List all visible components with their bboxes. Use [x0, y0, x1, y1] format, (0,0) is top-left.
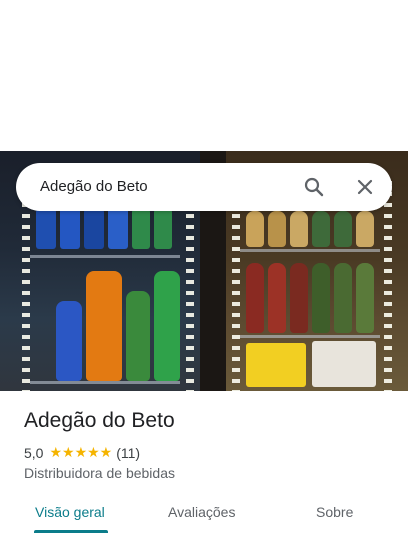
can [60, 207, 80, 249]
search-icon[interactable] [302, 175, 326, 199]
bottle [356, 211, 374, 247]
can [154, 209, 172, 249]
bottle [290, 263, 308, 333]
tab-overview[interactable]: Visão geral [35, 504, 105, 520]
bottle [56, 301, 82, 381]
beer-pack [312, 341, 376, 387]
bottle [312, 211, 330, 247]
led-strip [384, 181, 392, 391]
bottle [312, 263, 330, 333]
star-rating-icon: ★★★★★ [49, 444, 113, 460]
rating-value: 5,0 [24, 444, 44, 461]
rating-row[interactable]: 5,0 ★★★★★ (11) [24, 444, 140, 461]
place-category[interactable]: Distribuidora de bebidas [24, 465, 175, 481]
bottle [246, 211, 264, 247]
led-strip [232, 181, 240, 391]
can [84, 209, 104, 249]
tab-about[interactable]: Sobre [316, 504, 353, 520]
shelf [240, 335, 380, 338]
bottle [334, 211, 352, 247]
tab-reviews[interactable]: Avaliações [168, 504, 235, 520]
can [36, 209, 56, 249]
bottle [334, 263, 352, 333]
can [108, 207, 128, 249]
bottle [268, 211, 286, 247]
review-count[interactable]: (11) [116, 445, 140, 461]
beer-pack [246, 343, 306, 387]
shelf [30, 255, 180, 258]
search-input[interactable]: Adegão do Beto [40, 178, 148, 195]
search-bar[interactable]: Adegão do Beto [16, 163, 392, 211]
can [132, 209, 150, 249]
bottle [246, 263, 264, 333]
top-blank-area [0, 0, 408, 151]
bottle [126, 291, 150, 381]
bottle [154, 271, 180, 381]
active-tab-indicator [34, 530, 108, 533]
place-title: Adegão do Beto [24, 409, 175, 432]
bottle [356, 263, 374, 333]
bottle [290, 211, 308, 247]
led-strip [186, 181, 194, 391]
bottle [86, 271, 122, 381]
shelf [30, 381, 180, 384]
led-strip [22, 181, 30, 391]
close-icon[interactable] [353, 175, 377, 199]
bottle [268, 263, 286, 333]
shelf [240, 249, 380, 252]
